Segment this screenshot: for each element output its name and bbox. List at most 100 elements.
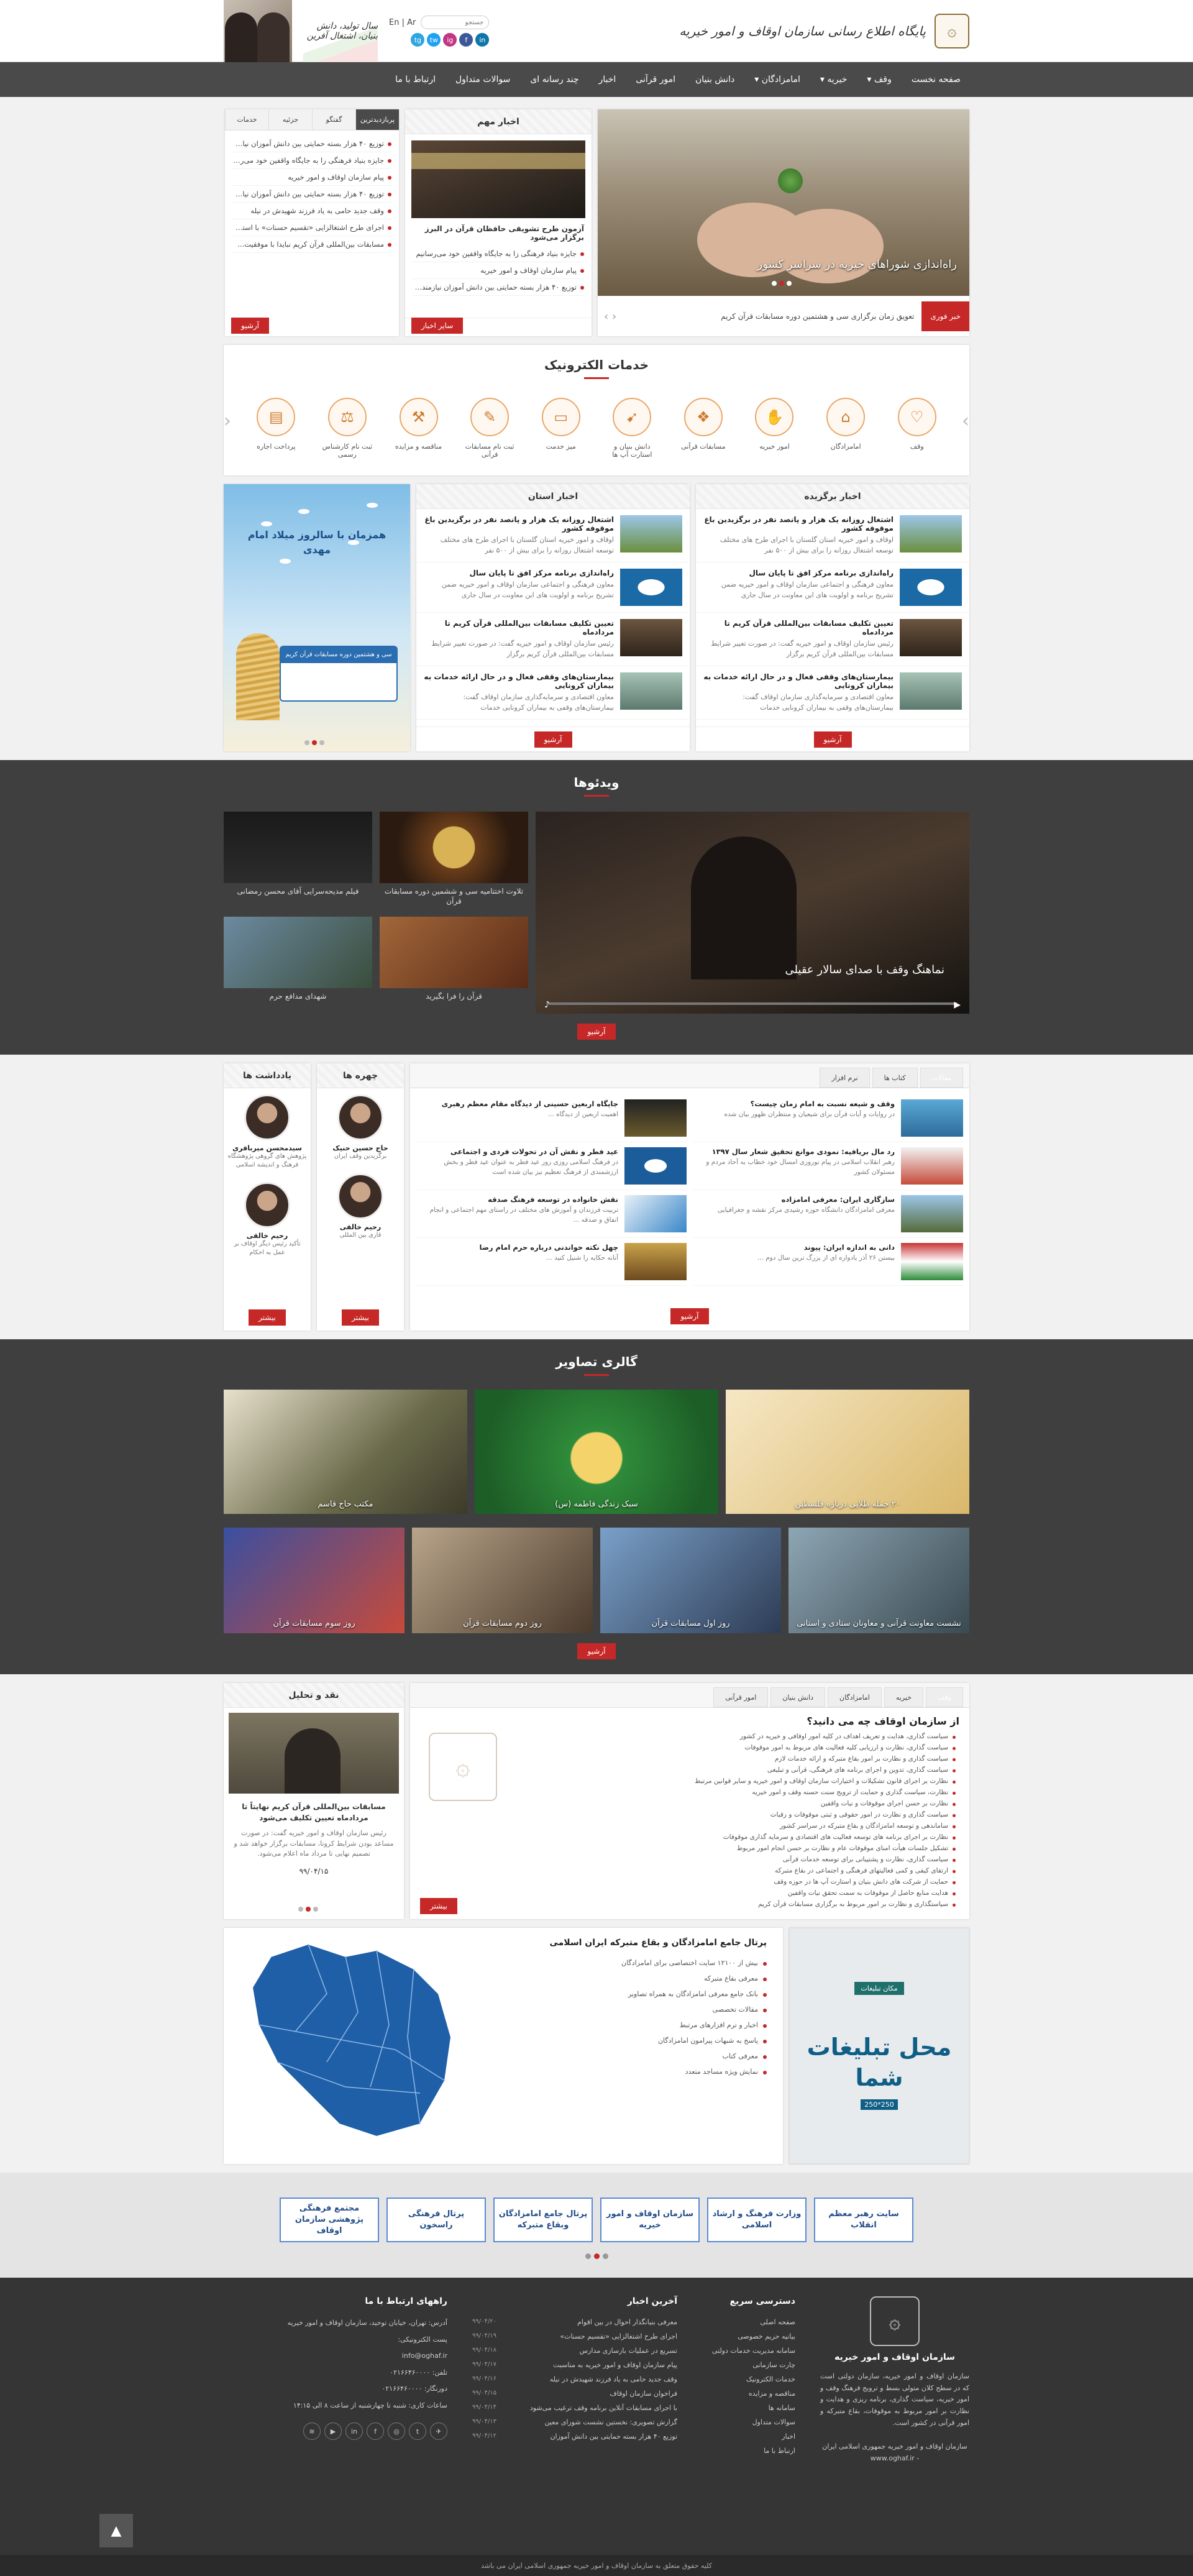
ad-banner[interactable]: مکان تبلیغات محل تبلیغات شما 250*250 bbox=[789, 1928, 969, 2164]
video-progress-bar[interactable] bbox=[548, 1002, 957, 1005]
article-item[interactable]: جایگاه اربعین حسینی از دیدگاه مقام معظم … bbox=[416, 1094, 687, 1142]
list-item[interactable]: پیام سازمان اوقاف و امور خیریه bbox=[232, 169, 391, 186]
archive-button[interactable]: آرشیو bbox=[534, 731, 572, 748]
service-quran-contest[interactable]: ❖ مسابقات قرآنی bbox=[677, 398, 730, 451]
slide-caption[interactable]: راه‌اندازی شوراهای خیریه در سراسر کشور bbox=[757, 258, 957, 271]
footer-link[interactable]: بیانیه حریم خصوصی bbox=[702, 2329, 795, 2344]
gallery-image[interactable]: ۲۰ جمله طلایی درباره فلسطین bbox=[726, 1390, 969, 1514]
tab-knowledge[interactable]: دانش بنیان bbox=[770, 1687, 825, 1707]
more-news-button[interactable]: سایر اخبار bbox=[411, 318, 464, 334]
gallery-image[interactable]: سبک زندگی فاطمه (س) bbox=[475, 1390, 718, 1514]
news-item[interactable]: بیمارستان‌های وقفی فعال و در حال ارائه خ… bbox=[416, 666, 690, 720]
arrow-left-icon[interactable]: ‹ bbox=[224, 410, 231, 432]
important-news-photo[interactable] bbox=[411, 140, 585, 218]
service-rent[interactable]: ▤ پرداخت اجاره bbox=[250, 398, 303, 451]
gallery-image[interactable]: روز سوم مسابقات قرآن bbox=[224, 1528, 405, 1633]
slider-dot[interactable] bbox=[779, 281, 784, 286]
news-item[interactable]: اشتغال روزانه یک هزار و پانصد نفر در برگ… bbox=[696, 509, 969, 562]
archive-button[interactable]: آرشیو bbox=[670, 1308, 709, 1324]
person-card[interactable]: حاج حسین حنیک برگزیدین وقف ایران bbox=[317, 1088, 404, 1167]
lang-ar-link[interactable]: Ar bbox=[407, 18, 416, 27]
link-research-center[interactable]: مجتمع فرهنگی پژوهشی سازمان اوقاف bbox=[280, 2198, 379, 2242]
archive-button[interactable]: آرشیو bbox=[813, 731, 852, 748]
nav-vaqf[interactable]: وقف ▾ bbox=[858, 75, 900, 85]
tab-charity[interactable]: خیریه bbox=[884, 1687, 924, 1707]
person-card[interactable]: رحیم خالقی قاری بین المللی bbox=[317, 1167, 404, 1246]
list-item[interactable]: اخبار و ترم افزارهای مرتبط bbox=[470, 2017, 767, 2033]
nav-home[interactable]: صفحه نخست bbox=[903, 75, 969, 85]
footer-link[interactable]: سامانه مدیریت خدمات دولتی bbox=[702, 2344, 795, 2358]
footer-news-item[interactable]: گزارش تصویری: نخستین نشست شورای معین ۹۹/۰… bbox=[472, 2415, 677, 2429]
slider-dot[interactable] bbox=[313, 1907, 318, 1912]
tab-software[interactable]: نرم افزار bbox=[820, 1068, 870, 1088]
list-item[interactable]: پیام سازمان اوقاف و امور خیریه bbox=[413, 262, 584, 279]
list-item[interactable]: جایزه بنیاد فرهنگی زا به جایگاه واقفین خ… bbox=[232, 152, 391, 169]
list-item[interactable]: توزیع ۴۰ هزار بسته حمایتی بین دانش آموزا… bbox=[232, 186, 391, 203]
article-item[interactable]: عید فطر و نقش آن در تحولات فردی و اجتماع… bbox=[416, 1142, 687, 1190]
facebook-icon[interactable]: f bbox=[459, 33, 473, 47]
list-item[interactable]: مقالات تخصصی bbox=[470, 2002, 767, 2017]
footer-news-item[interactable]: پیام سازمان اوقاف و امور خیریه به مناسبت… bbox=[472, 2358, 677, 2372]
twitter-icon[interactable]: tw bbox=[427, 33, 441, 47]
list-item[interactable]: جایزه بنیاد فرهنگی زا به جایگاه واقفین خ… bbox=[413, 245, 584, 262]
gallery-image[interactable]: روز دوم مسابقات قرآن bbox=[412, 1528, 593, 1633]
tab-imamzadegan[interactable]: امامزادگان bbox=[827, 1687, 882, 1707]
tab-books[interactable]: کتاب ها bbox=[872, 1068, 918, 1088]
instagram-icon[interactable]: ig bbox=[443, 33, 457, 47]
article-item[interactable]: سازگاری ایران: معرفی امامزاده معرفی امامز… bbox=[693, 1190, 963, 1238]
nav-imamzadegan[interactable]: امامزادگان ▾ bbox=[746, 75, 809, 85]
arrow-right-icon[interactable]: › bbox=[962, 410, 969, 432]
list-item[interactable]: بانک جامع معرفی امامزادگان به همراه تصاو… bbox=[470, 1986, 767, 2002]
slider-dot[interactable] bbox=[306, 1907, 311, 1912]
more-button[interactable]: بیشتر bbox=[249, 1309, 286, 1326]
footer-news-item[interactable]: تسریع در عملیات بازسازی مدارس ۹۹/۰۴/۱۸ bbox=[472, 2344, 677, 2358]
footer-news-item[interactable]: با اجرای مسابقات آنلاین برنامه وقف ترغیب… bbox=[472, 2401, 677, 2415]
slider-dot[interactable] bbox=[312, 740, 317, 745]
slider-dot[interactable] bbox=[787, 281, 792, 286]
telegram-icon[interactable]: tg bbox=[411, 33, 425, 47]
list-item[interactable]: اجرای طرح اشتغالزایی «تقسیم حسنات» با اس… bbox=[232, 219, 391, 236]
twitter-icon[interactable]: t bbox=[409, 2422, 426, 2440]
nav-contact[interactable]: ارتباط با ما bbox=[386, 75, 444, 85]
footer-link[interactable]: سامانه ها bbox=[702, 2401, 795, 2415]
gallery-image[interactable]: روز اول مسابقات قرآن bbox=[600, 1528, 781, 1633]
slider-dot[interactable] bbox=[298, 1907, 303, 1912]
archive-button[interactable]: آرشیو bbox=[231, 318, 270, 334]
event-poster[interactable]: همزمان با سالروز میلاد امام مهدی سی و هش… bbox=[224, 484, 410, 751]
news-item[interactable]: تعیین تکلیف مسابقات بین‌المللی قرآن کریم… bbox=[416, 613, 690, 666]
service-startups[interactable]: ➹ دانش بنیان و استارت آپ ها bbox=[606, 398, 659, 459]
footer-link[interactable]: چارت سازمانی bbox=[702, 2358, 795, 2372]
list-item[interactable]: بیش از ۱۲۱۰۰ سایت اختصاصی برای امامزادگا… bbox=[470, 1955, 767, 1971]
service-vaqf[interactable]: ♡ وقف bbox=[890, 398, 943, 451]
analysis-photo[interactable] bbox=[229, 1713, 399, 1794]
list-item[interactable]: نمایش ویژه مساجد متعدد bbox=[470, 2064, 767, 2079]
rss-icon[interactable]: ≋ bbox=[303, 2422, 321, 2440]
nav-knowledge[interactable]: دانش بنیان bbox=[687, 75, 743, 85]
service-desk[interactable]: ▭ میز خدمت bbox=[534, 398, 587, 451]
video-thumb[interactable]: فیلم مدیحه‌سرایی آقای محسن رمضانی bbox=[224, 812, 372, 909]
person-card[interactable]: سیدمحسن میرباقری پژوهش های گروهی پژوهشگاه… bbox=[224, 1088, 311, 1176]
play-icon[interactable]: ▶ bbox=[954, 1000, 961, 1010]
article-item[interactable]: دانی به اندازه ایران: پیوند بیستن ۲۶ آذر … bbox=[693, 1238, 963, 1286]
tab-services[interactable]: خدمات bbox=[225, 109, 268, 130]
news-item[interactable]: تعیین تکلیف مسابقات بین‌المللی قرآن کریم… bbox=[696, 613, 969, 666]
service-imamzadegan[interactable]: ⌂ امامزادگان bbox=[820, 398, 872, 451]
volume-icon[interactable]: ♪ bbox=[544, 1000, 550, 1010]
gallery-image[interactable]: مکتب حاج قاسم bbox=[224, 1390, 467, 1514]
list-item[interactable]: مسابقات بین‌المللی قرآن کریم نبایدا با م… bbox=[232, 236, 391, 253]
tab-most-viewed[interactable]: پربازدیدترین bbox=[355, 109, 399, 130]
nav-multimedia[interactable]: چند رسانه ای bbox=[521, 75, 587, 85]
link-imamzadegan-portal[interactable]: پرتال جامع امامزادگان وبقاع متبرکه bbox=[493, 2198, 593, 2242]
news-item[interactable]: اشتغال روزانه یک هزار و پانصد نفر در برگ… bbox=[416, 509, 690, 562]
article-item[interactable]: رد مال بریافیه: نمودی موانع تحقیق شعار س… bbox=[693, 1142, 963, 1190]
slider-dot[interactable] bbox=[593, 2253, 600, 2259]
gallery-image[interactable]: نشست معاونت قرآنی و معاونان ستادی و استا… bbox=[788, 1528, 969, 1633]
link-leader-site[interactable]: سایت رهبر معظم انقلاب bbox=[814, 2198, 913, 2242]
nav-quran[interactable]: امور قرآنی bbox=[627, 75, 684, 85]
video-thumb[interactable]: شهدای مدافع حرم bbox=[224, 916, 372, 1014]
news-item[interactable]: راه‌اندازی برنامه مرکز افق تا پایان سال م… bbox=[416, 562, 690, 613]
video-thumb[interactable]: قرآن را فرا بگیرید bbox=[380, 916, 528, 1014]
tab-articles[interactable]: مقالات bbox=[920, 1068, 963, 1088]
video-thumb[interactable]: تلاوت اختتامیه سی و ششمین دوره مسابقات ق… bbox=[380, 812, 528, 909]
list-item[interactable]: وقف جدید حامی به یاد فرزند شهیدش در نیله bbox=[232, 203, 391, 219]
